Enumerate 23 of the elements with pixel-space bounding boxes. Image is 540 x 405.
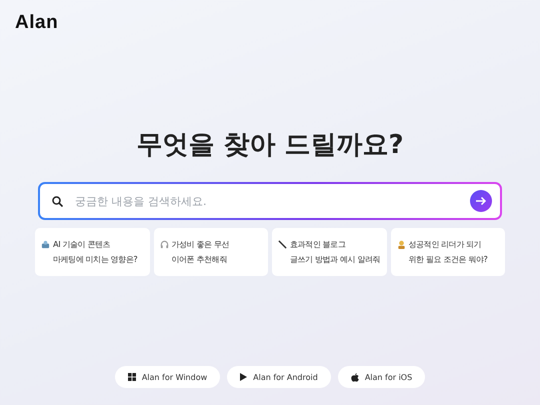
heading: 무엇을 찾아 드릴까요?: [136, 129, 404, 162]
download-button[interactable]: Alan for Window: [114, 366, 220, 388]
suggestion-card[interactable]: AI 기술이 콘텐츠 마케팅에 미치는 영향은?: [35, 228, 150, 276]
suggestion-text: 효과적인 블로그 글쓰기 방법과 예시 알려줘: [290, 238, 380, 266]
person-icon: [396, 240, 406, 249]
suggestion-card[interactable]: 성공적인 리더가 되기 위한 필요 조건은 뭐야?: [390, 228, 505, 276]
logo[interactable]: Alan: [15, 12, 58, 34]
submit-button[interactable]: [470, 190, 492, 212]
search-icon: [52, 196, 63, 206]
arrow-icon: [475, 196, 487, 206]
download-button[interactable]: Alan for iOS: [338, 366, 426, 388]
apple-icon: [350, 372, 359, 382]
headphones-icon: [160, 240, 168, 249]
play-icon: [240, 373, 248, 381]
suggestion-card[interactable]: 효과적인 블로그 글쓰기 방법과 예시 알려줘: [272, 228, 386, 276]
download-button[interactable]: Alan for Android: [227, 366, 331, 388]
suggestion-card[interactable]: 가성비 좋은 무선 이어폰 추천해줘: [154, 228, 268, 276]
search-input[interactable]: 궁금한 내용을 검색하세요.: [73, 194, 460, 208]
suggestion-text: 가성비 좋은 무선 이어폰 추천해줘: [172, 238, 230, 266]
windows-icon: [128, 373, 136, 381]
suggestion-text: 성공적인 리더가 되기 위한 필요 조건은 뭐야?: [408, 238, 488, 266]
suggestion-text: AI 기술이 콘텐츠 마케팅에 미치는 영향은?: [53, 238, 138, 266]
search-field[interactable]: 궁금한 내용을 검색하세요.: [40, 184, 500, 218]
